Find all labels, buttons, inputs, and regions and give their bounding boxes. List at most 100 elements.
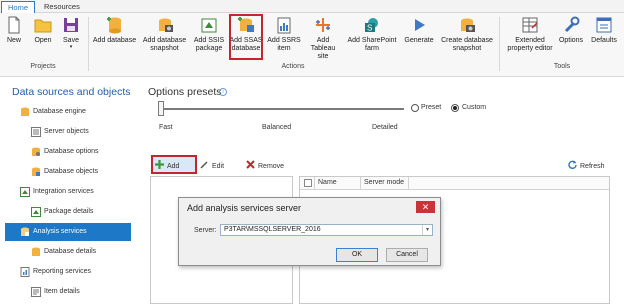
save-dropdown-icon[interactable]: ▾ [61, 45, 81, 50]
remove-button[interactable]: Remove [246, 160, 284, 172]
add-button[interactable]: Add [155, 160, 179, 172]
generate-play-icon [410, 16, 428, 34]
level-fast-label: Fast [159, 124, 173, 131]
new-file-icon [5, 16, 23, 34]
add-database-label: Add database [92, 37, 137, 44]
wrench-icon [562, 16, 580, 34]
info-icon[interactable]: i [219, 88, 227, 96]
cancel-button[interactable]: Cancel [386, 248, 428, 262]
database-icon [21, 107, 29, 116]
property-grid-icon [521, 16, 539, 34]
nav-item-label: Database options [44, 148, 99, 155]
add-ssrs-label-1: Add SSRS [267, 37, 301, 44]
open-button[interactable]: Open [32, 16, 54, 45]
add-sharepoint-farm-button[interactable]: S Add SharePoint farm [345, 16, 399, 53]
tools-group-label: Tools [553, 63, 571, 70]
generate-label: Generate [404, 37, 434, 44]
column-separator [408, 177, 409, 190]
integration-services-icon [20, 187, 30, 197]
column-separator [314, 177, 315, 190]
preset-radio[interactable] [411, 104, 419, 112]
ssis-package-icon [200, 16, 218, 34]
select-all-checkbox[interactable] [304, 179, 312, 187]
edit-label: Edit [212, 163, 225, 170]
tab-resources[interactable]: Resources [38, 1, 86, 13]
database-add-icon [106, 16, 124, 34]
add-ssis-label-2: package [195, 45, 223, 52]
add-tableau-label-1: Add Tableau [310, 37, 336, 52]
save-label: Save [63, 37, 79, 44]
refresh-label: Refresh [580, 163, 605, 170]
ssrs-report-icon [275, 16, 293, 34]
create-database-snapshot-button[interactable]: Create database snapshot [439, 16, 495, 53]
tableau-icon [314, 16, 332, 34]
database-options-icon [32, 147, 40, 156]
data-sources-title: Data sources and objects [12, 86, 131, 98]
refresh-button[interactable]: Refresh [568, 160, 605, 172]
nav-item-label: Database engine [33, 108, 86, 115]
grid-header: Name Server mode [300, 177, 609, 190]
remove-label: Remove [258, 163, 285, 170]
nav-item-label: Integration services [33, 188, 94, 195]
extended-property-editor-button[interactable]: Extended property editor [502, 16, 558, 53]
package-details-icon [31, 207, 41, 217]
ok-button[interactable]: OK [336, 248, 378, 262]
create-snapshot-label-1: Create database [441, 37, 493, 44]
chevron-down-icon[interactable]: ▾ [422, 225, 432, 235]
custom-radio[interactable] [451, 104, 459, 112]
server-combobox[interactable]: P3TAR\MSSQLSERVER_2016 ▾ [220, 224, 433, 236]
options-presets-title: Options presets [148, 86, 222, 98]
level-detailed-label: Detailed [372, 124, 398, 131]
refresh-icon [568, 160, 577, 169]
nav-item-label: Analysis services [33, 228, 87, 235]
nav-item-label: Database details [44, 248, 97, 255]
extended-label-2: property editor [507, 45, 553, 52]
svg-text:S: S [367, 24, 372, 33]
defaults-button[interactable]: Defaults [589, 16, 619, 45]
options-button[interactable]: Options [558, 16, 584, 45]
tab-home[interactable]: Home [1, 1, 36, 13]
new-label: New [6, 37, 21, 44]
add-tableau-label-2: site [317, 53, 329, 60]
add-database-button[interactable]: Add database [92, 16, 137, 45]
projects-group-label: Projects [30, 63, 56, 70]
add-sharepoint-label-2: farm [365, 45, 379, 52]
preset-radio-label: Preset [421, 104, 442, 111]
item-details-icon [31, 287, 41, 297]
plus-icon [155, 160, 164, 169]
custom-radio-label: Custom [462, 104, 487, 111]
edit-button[interactable]: Edit [200, 160, 224, 172]
preset-slider-track[interactable] [163, 108, 404, 110]
add-ssis-package-button[interactable]: Add SSIS package [193, 16, 225, 53]
add-ssrs-label-2: item [277, 45, 291, 52]
reporting-services-icon [20, 267, 30, 277]
generate-button[interactable]: Generate [403, 16, 435, 45]
add-tableau-site-button[interactable]: Add Tableau site [304, 16, 342, 61]
sharepoint-icon: S [363, 16, 381, 34]
server-label: Server: [194, 227, 217, 234]
close-icon[interactable]: ✕ [416, 201, 435, 213]
preset-slider-thumb[interactable] [158, 101, 164, 116]
column-header-server-mode[interactable]: Server mode [364, 179, 404, 186]
server-value: P3TAR\MSSQLSERVER_2016 [224, 226, 321, 233]
pencil-icon [200, 160, 209, 169]
database-snapshot-icon [156, 16, 174, 34]
add-database-snapshot-label-1: Add database [142, 37, 187, 44]
new-button[interactable]: New [4, 16, 24, 45]
ribbon-separator [88, 17, 89, 71]
add-sharepoint-label-1: Add SharePoint [347, 37, 397, 44]
create-snapshot-label-2: snapshot [452, 45, 482, 52]
defaults-label: Defaults [591, 37, 617, 44]
save-icon [62, 16, 80, 34]
nav-item-label: Server objects [44, 128, 89, 135]
save-button[interactable]: Save ▾ [61, 16, 81, 50]
nav-item-label: Reporting services [33, 268, 91, 275]
add-ssrs-item-button[interactable]: Add SSRS item [267, 16, 301, 53]
level-balanced-label: Balanced [262, 124, 292, 131]
add-ssis-label-1: Add SSIS [193, 37, 225, 44]
add-database-snapshot-label-2: snapshot [150, 45, 179, 52]
add-database-snapshot-button[interactable]: Add database snapshot [141, 16, 188, 53]
ribbon: New Open Save ▾ Projects Add database Ad… [0, 13, 624, 77]
column-header-name[interactable]: Name [318, 179, 337, 186]
remove-x-icon [246, 160, 255, 169]
